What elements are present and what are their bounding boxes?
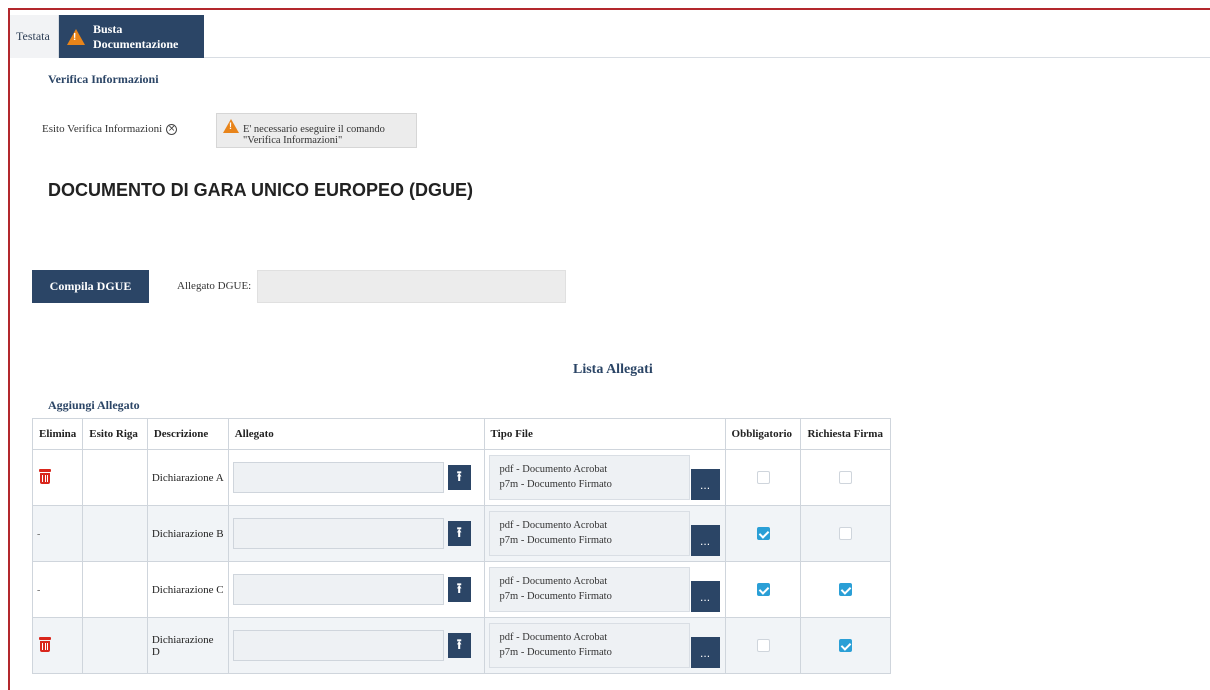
cell-obbligatorio: [724, 617, 802, 674]
no-delete-placeholder: -: [37, 584, 41, 596]
esito-label-text: Esito Verifica Informazioni: [42, 123, 163, 135]
tipo-file-pdf: pdf - Documento Acrobat: [499, 632, 608, 643]
cell-descrizione: Dichiarazione B: [146, 505, 229, 562]
allegato-file-input[interactable]: [232, 630, 444, 661]
tipo-file-more-button[interactable]: ...: [690, 525, 720, 556]
cell-descrizione: Dichiarazione C: [146, 561, 229, 618]
tipo-file-pdf: pdf - Documento Acrobat: [499, 576, 608, 587]
cell-elimina: [31, 617, 84, 674]
tab-testata[interactable]: Testata: [10, 15, 59, 58]
cell-elimina: [31, 449, 84, 506]
col-allegato: Allegato: [227, 418, 485, 450]
cell-elimina: -: [31, 505, 84, 562]
trash-icon[interactable]: [39, 636, 51, 652]
tab-bar: Testata ! Busta Documentazione: [10, 15, 1210, 58]
obbligatorio-checkbox[interactable]: [756, 527, 770, 540]
allegati-table: Elimina Esito Riga Descrizione Allegato …: [31, 418, 891, 674]
cell-tipo-file: pdf - Documento Acrobat p7m - Documento F…: [483, 505, 726, 562]
table-row: Dichiarazione A ⭱ pdf - Documento Acrobat p…: [31, 449, 891, 506]
trash-icon[interactable]: [39, 468, 51, 484]
obbligatorio-checkbox[interactable]: [756, 583, 770, 596]
tipo-file-pdf: pdf - Documento Acrobat: [499, 464, 608, 475]
tipo-file-more-button[interactable]: ...: [690, 581, 720, 612]
col-elimina: Elimina: [31, 418, 84, 450]
cell-allegato: ⭱: [227, 449, 485, 506]
lista-allegati-title: Lista Allegati: [573, 362, 653, 377]
tipo-file-p7m: p7m - Documento Firmato: [499, 591, 612, 602]
dgue-title: DOCUMENTO DI GARA UNICO EUROPEO (DGUE): [48, 180, 474, 200]
tipo-file-list: pdf - Documento Acrobat p7m - Documento F…: [488, 623, 690, 668]
col-descrizione: Descrizione: [146, 418, 229, 450]
table-row: - Dichiarazione C ⭱ pdf - Documento Acrobat…: [31, 561, 891, 618]
circle-x-icon: ×: [166, 123, 178, 135]
cell-tipo-file: pdf - Documento Acrobat p7m - Documento F…: [483, 561, 726, 618]
tipo-file-p7m: p7m - Documento Firmato: [499, 479, 612, 490]
cell-esito-riga: [82, 617, 148, 674]
tipo-file-p7m: p7m - Documento Firmato: [499, 535, 612, 546]
esito-verifica-label: Esito Verifica Informazioni ×: [42, 123, 178, 135]
cell-esito-riga: [82, 449, 148, 506]
tipo-file-list: pdf - Documento Acrobat p7m - Documento F…: [488, 511, 690, 556]
cell-esito-riga: [82, 505, 148, 562]
cell-allegato: ⭱: [227, 561, 485, 618]
tab-busta-label: Busta Documentazione: [93, 21, 179, 51]
cell-tipo-file: pdf - Documento Acrobat p7m - Documento F…: [483, 449, 726, 506]
allegato-file-input[interactable]: [232, 518, 444, 549]
col-obbligatorio: Obbligatorio: [724, 418, 802, 450]
tipo-file-more-button[interactable]: ...: [690, 637, 720, 668]
allegato-file-input[interactable]: [232, 462, 444, 493]
warning-icon: !: [223, 119, 239, 133]
tab-busta-documentazione[interactable]: ! Busta Documentazione: [59, 15, 204, 58]
warning-icon: !: [67, 28, 85, 45]
col-esito-riga: Esito Riga: [82, 418, 148, 450]
cell-allegato: ⭱: [227, 505, 485, 562]
table-header-row: Elimina Esito Riga Descrizione Allegato …: [31, 418, 891, 450]
cell-allegato: ⭱: [227, 617, 485, 674]
compila-dgue-button[interactable]: Compila DGUE: [32, 270, 149, 303]
richiesta-firma-checkbox[interactable]: [839, 527, 853, 540]
richiesta-firma-checkbox[interactable]: [839, 471, 853, 484]
allegato-dgue-label: Allegato DGUE:: [177, 280, 252, 292]
cell-tipo-file: pdf - Documento Acrobat p7m - Documento F…: [483, 617, 726, 674]
cell-descrizione: Dichiarazione A: [146, 449, 229, 506]
allegato-file-input[interactable]: [232, 574, 444, 605]
upload-icon[interactable]: ⭱: [447, 577, 471, 602]
aggiungi-allegato-link[interactable]: Aggiungi Allegato: [48, 398, 140, 413]
cell-obbligatorio: [724, 505, 802, 562]
upload-icon[interactable]: ⭱: [447, 521, 471, 546]
cell-richiesta-firma: [800, 617, 891, 674]
obbligatorio-checkbox[interactable]: [756, 471, 770, 484]
cell-esito-riga: [82, 561, 148, 618]
upload-icon[interactable]: ⭱: [447, 465, 471, 490]
col-richiesta-firma: Richiesta Firma: [800, 418, 891, 450]
esito-message-line1: E' necessario eseguire il comando: [243, 124, 385, 135]
table-row: Dichiarazione D ⭱ pdf - Documento Acrobat p…: [31, 617, 891, 674]
esito-message-box: ! E' necessario eseguire il comando "Ver…: [216, 113, 417, 148]
cell-obbligatorio: [724, 449, 802, 506]
upload-icon[interactable]: ⭱: [447, 633, 471, 658]
obbligatorio-checkbox[interactable]: [756, 639, 770, 652]
cell-richiesta-firma: [800, 561, 891, 618]
cell-elimina: -: [31, 561, 84, 618]
table-row: - Dichiarazione B ⭱ pdf - Documento Acrobat…: [31, 505, 891, 562]
tipo-file-list: pdf - Documento Acrobat p7m - Documento F…: [488, 567, 690, 612]
col-tipo-file: Tipo File: [483, 418, 726, 450]
esito-message-line2: "Verifica Informazioni": [243, 135, 343, 146]
cell-richiesta-firma: [800, 449, 891, 506]
tipo-file-p7m: p7m - Documento Firmato: [499, 647, 612, 658]
tipo-file-pdf: pdf - Documento Acrobat: [499, 520, 608, 531]
tab-testata-label: Testata: [16, 29, 50, 43]
no-delete-placeholder: -: [37, 528, 41, 540]
cell-richiesta-firma: [800, 505, 891, 562]
richiesta-firma-checkbox[interactable]: [839, 639, 853, 652]
cell-obbligatorio: [724, 561, 802, 618]
allegato-dgue-field[interactable]: [257, 270, 566, 303]
verifica-title: Verifica Informazioni: [48, 72, 159, 86]
richiesta-firma-checkbox[interactable]: [839, 583, 853, 596]
cell-descrizione: Dichiarazione D: [146, 617, 229, 674]
tipo-file-list: pdf - Documento Acrobat p7m - Documento F…: [488, 455, 690, 500]
tipo-file-more-button[interactable]: ...: [690, 469, 720, 500]
